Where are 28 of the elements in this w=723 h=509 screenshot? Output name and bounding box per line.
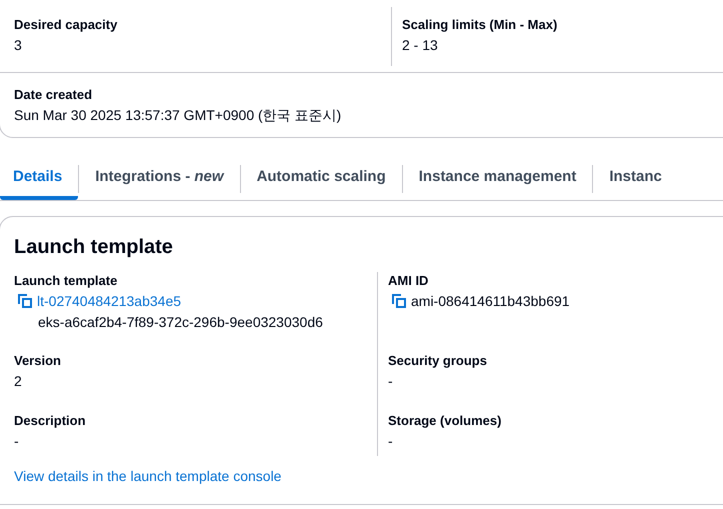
tab[interactable]: Instance management bbox=[402, 158, 592, 200]
tab[interactable]: Details bbox=[0, 158, 78, 200]
field-label: Launch template bbox=[14, 272, 118, 290]
copy-icon[interactable] bbox=[17, 293, 33, 309]
tab[interactable]: Automatic scaling bbox=[240, 158, 402, 200]
tab[interactable]: Integrations - new bbox=[79, 158, 240, 200]
field-label: Description bbox=[14, 412, 87, 430]
field-label: Security groups bbox=[388, 352, 488, 370]
template-id-link[interactable]: lt-02740484213ab34e5 bbox=[37, 290, 182, 312]
field-value: 2 bbox=[14, 372, 23, 391]
field-value: - bbox=[388, 432, 394, 451]
tab[interactable]: Instanc bbox=[593, 158, 678, 200]
field-label: Storage (volumes) bbox=[388, 412, 502, 430]
field-value: - bbox=[388, 372, 394, 391]
field-label: Scaling limits (Min - Max) bbox=[402, 16, 558, 34]
field-value: 2 - 13 bbox=[402, 36, 439, 55]
copy-icon[interactable] bbox=[391, 293, 407, 309]
field-value: Sun Mar 30 2025 13:57:37 GMT+0900 (한국 표준시) bbox=[14, 106, 342, 125]
field-label: AMI ID bbox=[388, 272, 430, 290]
field-label: Desired capacity bbox=[14, 16, 118, 34]
field-label: Version bbox=[14, 352, 62, 370]
field-label: Date created bbox=[14, 86, 94, 104]
template-name: eks-a6caf2b4-7f89-372c-296b-9ee0323030d6 bbox=[38, 313, 324, 332]
field-value: 3 bbox=[14, 36, 23, 55]
field-value: ami-086414611b43bb691 bbox=[411, 292, 570, 311]
field-value: - bbox=[14, 432, 20, 451]
section-title: Launch template bbox=[13, 235, 174, 260]
console-link[interactable]: View details in the launch template console bbox=[14, 468, 282, 484]
